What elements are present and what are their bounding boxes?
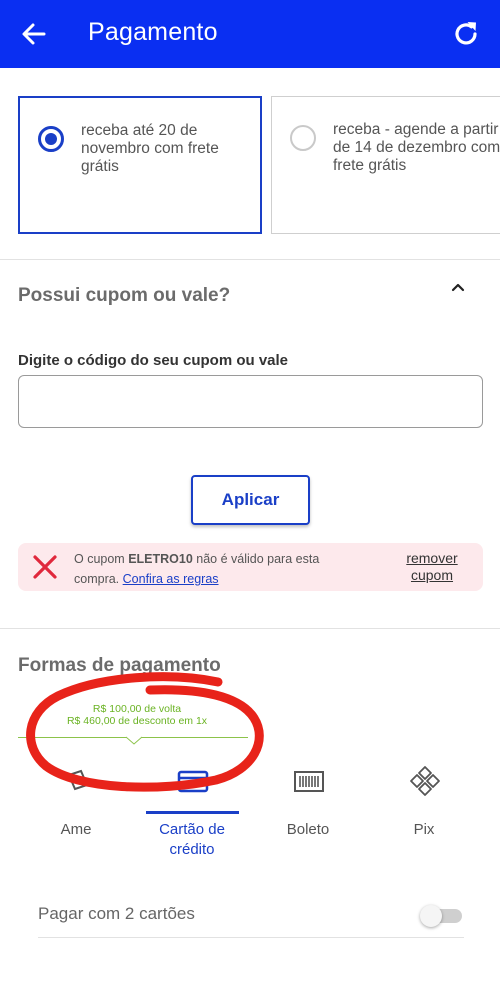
shipping-option-selected[interactable]: receba até 20 de novembro com frete grát… (18, 96, 262, 234)
error-x-icon (33, 555, 57, 579)
refresh-icon[interactable] (450, 18, 482, 50)
cashback-promo: R$ 100,00 de volta (92, 703, 182, 715)
shipping-option-label: receba até 20 de novembro com frete grát… (81, 122, 219, 175)
promo-tooltip-pointer (126, 736, 142, 745)
divider (0, 259, 500, 260)
payment-tab-label: Pix (413, 821, 435, 838)
coupon-section-title[interactable]: Possui cupom ou vale? (18, 285, 230, 307)
credit-card-icon (177, 770, 209, 793)
discount-promo: R$ 460,00 de desconto em 1x (66, 715, 208, 727)
coupon-input[interactable] (18, 375, 483, 428)
chevron-up-icon[interactable] (450, 281, 466, 293)
toggle-knob (420, 905, 442, 927)
rules-link[interactable]: Confira as regras (123, 572, 219, 586)
app-header: Pagamento (0, 0, 500, 68)
barcode-icon (294, 771, 324, 792)
divider (0, 628, 500, 629)
coupon-error-message: O cupom ELETRO10 não é válido para esta … (74, 549, 344, 589)
shipping-option-label: receba - agende a partir de 14 de dezemb… (333, 121, 500, 174)
remove-coupon-link[interactable]: remover cupom (386, 550, 478, 584)
apply-coupon-button[interactable]: Aplicar (191, 475, 310, 525)
coupon-error-banner: O cupom ELETRO10 não é válido para esta … (18, 543, 483, 591)
two-cards-toggle[interactable] (420, 905, 464, 927)
coupon-code: ELETRO10 (128, 552, 193, 566)
coupon-field-label: Digite o código do seu cupom ou vale (18, 352, 289, 369)
radio-selected[interactable] (38, 126, 64, 152)
divider (38, 937, 464, 938)
error-text: O cupom (74, 552, 129, 566)
shipping-option-scheduled[interactable]: receba - agende a partir de 14 de dezemb… (271, 96, 500, 234)
active-tab-indicator (146, 811, 239, 814)
arrow-left-icon[interactable] (20, 20, 48, 48)
payment-section-title: Formas de pagamento (18, 655, 221, 676)
payment-tab-label: Boleto (286, 821, 330, 838)
pix-icon (410, 766, 440, 796)
ame-icon (67, 769, 89, 791)
two-cards-label: Pagar com 2 cartões (38, 904, 195, 923)
page-title: Pagamento (88, 18, 218, 46)
payment-tab-label: Cartão de crédito (159, 821, 225, 858)
payment-tab-label: Ame (60, 821, 92, 838)
radio-unselected[interactable] (290, 125, 316, 151)
